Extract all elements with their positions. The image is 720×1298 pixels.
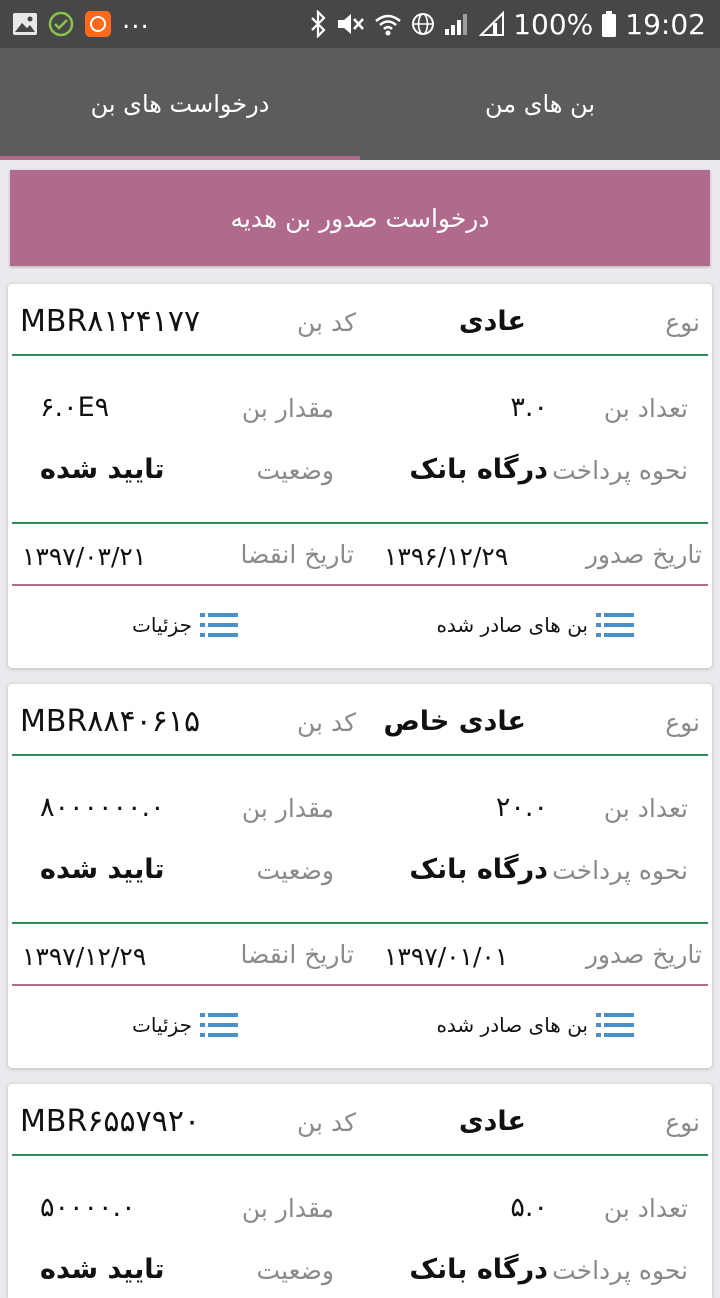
expiry-date-value: ۱۳۹۷/۰۳/۲۱ [22,542,147,571]
issue-date-value: ۱۳۹۶/۱۲/۲۹ [384,542,509,571]
code-label: کد بن [297,1108,356,1137]
type-label: نوع [665,308,700,337]
details-button[interactable]: جزئیات [132,612,240,638]
count-value: ۳.۰ [510,392,548,423]
payment-method-value: درگاه بانک [409,854,548,885]
payment-method-value: درگاه بانک [409,454,548,485]
issue-date-value: ۱۳۹۷/۰۱/۰۱ [384,942,509,971]
amount-value: ۶.۰E۹ [40,392,110,423]
count-label: تعداد بن [603,394,688,423]
gallery-icon [13,13,37,35]
signal-icon [445,14,468,35]
divider [12,1154,708,1156]
code-label: کد بن [297,308,356,337]
code-value: MBR۶۵۵۷۹۲۰ [20,1104,201,1139]
clock: 19:02 [625,7,706,41]
more-notifications-icon: ... [122,5,150,35]
list-icon [200,1013,238,1037]
status-label: وضعیت [256,456,334,485]
list-icon [200,613,238,637]
status-bar: ... 100% 19:02 [0,0,720,48]
count-label: تعداد بن [603,1194,688,1223]
amount-value: ۵۰۰۰۰.۰ [40,1192,136,1223]
type-label: نوع [665,708,700,737]
code-label: کد بن [297,708,356,737]
divider [12,522,708,524]
tab-bar: درخواست های بن بن های من [0,48,720,160]
signal-2-icon [479,11,505,36]
type-value: عادی خاص [383,706,526,737]
app-notification-icon [85,11,111,37]
tab-my-coupons[interactable]: بن های من [360,48,720,160]
globe-icon [412,13,435,35]
issued-coupons-label: بن های صادر شده [436,613,588,637]
status-label: وضعیت [256,1256,334,1285]
divider [12,584,708,586]
divider [12,922,708,924]
code-value: MBR۸۸۴۰۶۱۵ [20,704,201,739]
tab-my-coupons-label: بن های من [484,90,596,118]
expiry-date-value: ۱۳۹۷/۱۲/۲۹ [22,942,147,971]
coupon-card: نوع عادی خاص کد بن MBR۸۸۴۰۶۱۵ تعداد بن ۲… [8,684,712,1068]
gift-coupon-request-label: درخواست صدور بن هدیه [230,203,490,233]
expiry-date-label: تاریخ انقضا [240,540,354,569]
count-value: ۲۰.۰ [495,792,548,823]
bluetooth-icon [311,10,326,38]
check-circle-icon [48,11,74,37]
payment-method-label: نحوه پرداخت [552,456,688,485]
issue-date-label: تاریخ صدور [585,540,702,569]
amount-value: ۸۰۰۰۰۰۰.۰ [40,792,165,823]
list-icon [596,613,634,637]
status-value: تایید شده [40,1254,165,1285]
payment-method-label: نحوه پرداخت [552,1256,688,1285]
count-value: ۵.۰ [510,1192,548,1223]
active-tab-indicator [0,156,360,160]
status-bar-system: 100% 19:02 [309,6,706,42]
issue-date-label: تاریخ صدور [585,940,702,969]
battery-icon [602,11,617,37]
type-value: عادی [458,1106,526,1137]
type-value: عادی [458,306,526,337]
details-button[interactable]: جزئیات [132,1012,240,1038]
payment-method-value: درگاه بانک [409,1254,548,1285]
count-label: تعداد بن [603,794,688,823]
issued-coupons-label: بن های صادر شده [436,1013,588,1037]
type-label: نوع [665,1108,700,1137]
payment-method-label: نحوه پرداخت [552,856,688,885]
amount-label: مقدار بن [241,394,334,423]
divider [12,754,708,756]
expiry-date-label: تاریخ انقضا [240,940,354,969]
gift-coupon-request-button[interactable]: درخواست صدور بن هدیه [10,170,710,266]
status-label: وضعیت [256,856,334,885]
coupon-card: نوع عادی کد بن MBR۸۱۲۴۱۷۷ تعداد بن ۳.۰ م… [8,284,712,668]
code-value: MBR۸۱۲۴۱۷۷ [20,304,201,339]
tab-coupon-requests[interactable]: درخواست های بن [0,48,360,160]
list-icon [596,1013,634,1037]
amount-label: مقدار بن [241,794,334,823]
divider [12,984,708,986]
wifi-icon [375,14,402,36]
details-label: جزئیات [132,613,192,637]
divider [12,354,708,356]
details-label: جزئیات [132,1013,192,1037]
issued-coupons-button[interactable]: بن های صادر شده [436,612,636,638]
mute-icon [338,14,365,34]
status-bar-notifications: ... [12,5,150,38]
status-value: تایید شده [40,454,165,485]
status-value: تایید شده [40,854,165,885]
amount-label: مقدار بن [241,1194,334,1223]
battery-percent: 100% [513,7,594,41]
coupon-card: نوع عادی کد بن MBR۶۵۵۷۹۲۰ تعداد بن ۵.۰ م… [8,1084,712,1298]
tab-coupon-requests-label: درخواست های بن [90,90,270,118]
issued-coupons-button[interactable]: بن های صادر شده [436,1012,636,1038]
